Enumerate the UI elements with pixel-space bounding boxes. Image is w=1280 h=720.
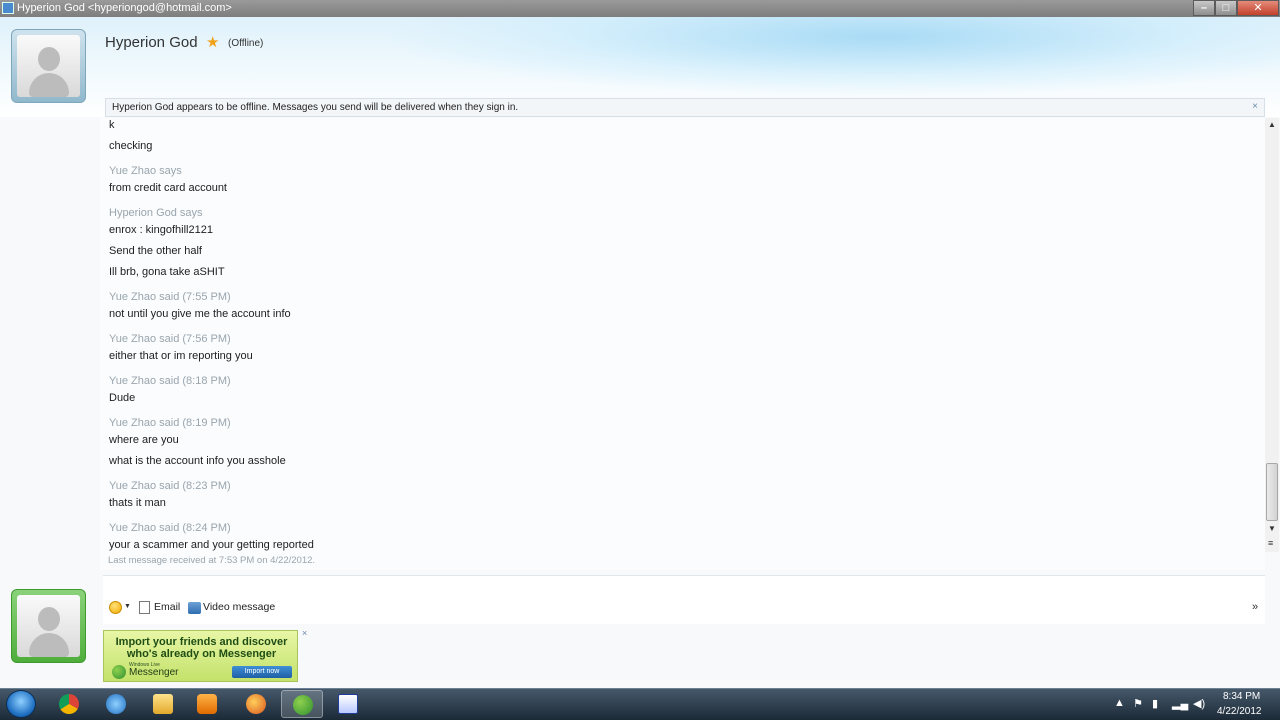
contact-avatar[interactable] <box>11 29 86 103</box>
message-sender-line: Yue Zhao said (7:55 PM) <box>109 291 231 303</box>
ad-brand: Messenger <box>129 667 179 678</box>
offline-notice-text: Hyperion God appears to be offline. Mess… <box>112 102 519 113</box>
message-text: checking <box>109 140 153 152</box>
notice-close-icon[interactable]: × <box>1252 101 1258 112</box>
my-avatar-picture <box>17 595 80 657</box>
email-button[interactable]: Email <box>154 601 180 613</box>
import-now-button[interactable]: Import now <box>232 666 292 678</box>
message-text: either that or im reporting you <box>109 350 253 362</box>
last-message-info: Last message received at 7:53 PM on 4/22… <box>108 555 316 566</box>
message-sender-line: Yue Zhao said (8:18 PM) <box>109 375 231 387</box>
message-sender-line: Yue Zhao said (8:19 PM) <box>109 417 231 429</box>
emoticon-dropdown-chevron-icon[interactable]: ▼ <box>124 603 131 610</box>
window-title: Hyperion God <hyperiongod@hotmail.com> <box>17 2 232 14</box>
message-text: what is the account info you asshole <box>109 455 286 467</box>
clock-date[interactable]: 4/22/2012 <box>1217 706 1262 717</box>
my-avatar-person-body-icon <box>28 633 69 657</box>
contact-name[interactable]: Hyperion God <box>105 34 198 51</box>
message-sender-line: Hyperion God says <box>109 207 203 219</box>
message-sender-line: Yue Zhao said (8:23 PM) <box>109 480 231 492</box>
message-text: thats it man <box>109 497 166 509</box>
message-text: Dude <box>109 392 136 404</box>
scroll-down-arrow-icon[interactable]: ▼ <box>1268 524 1276 533</box>
ad-headline-line2: who's already on Messenger <box>126 648 277 660</box>
conversation-history[interactable]: k checking Yue Zhao says from credit card a… <box>100 118 1265 570</box>
volume-icon[interactable]: ◀) <box>1193 697 1205 710</box>
message-text: your a scammer and your getting reported <box>109 539 314 551</box>
taskbar-ie-button[interactable] <box>95 690 137 718</box>
scrollbar-thumb[interactable] <box>1266 463 1278 521</box>
more-options-icon[interactable]: » <box>1252 601 1258 613</box>
message-text: Ill brb, gona take aSHIT <box>109 266 225 278</box>
favorite-star-icon[interactable]: ★ <box>206 33 219 51</box>
taskbar-app-button[interactable] <box>235 690 277 718</box>
video-message-button[interactable]: Video message <box>203 601 275 613</box>
message-text: k <box>109 119 115 131</box>
folder-icon <box>153 694 173 714</box>
close-button[interactable]: ✕ <box>1237 0 1279 16</box>
taskbar-chrome-button[interactable] <box>48 690 90 718</box>
message-compose-input[interactable] <box>103 575 1265 624</box>
media-player-icon <box>197 694 217 714</box>
maximize-button[interactable]: □ <box>1215 0 1237 16</box>
email-icon[interactable] <box>139 601 150 614</box>
message-text: not until you give me the account info <box>109 308 291 320</box>
show-hidden-icons-icon[interactable]: ▲ <box>1114 697 1125 709</box>
title-bar: Hyperion God <hyperiongod@hotmail.com> –… <box>0 0 1280 17</box>
avatar-person-body-icon <box>28 73 69 97</box>
clock-time[interactable]: 8:34 PM <box>1223 691 1260 702</box>
my-avatar[interactable] <box>11 589 86 663</box>
message-text: Send the other half <box>109 245 202 257</box>
message-text: enrox : kingofhill2121 <box>109 224 213 236</box>
avatar-picture <box>17 35 80 97</box>
network-signal-icon[interactable]: ▂▄ <box>1172 697 1188 710</box>
taskbar-window-button[interactable] <box>327 690 369 718</box>
message-text: from credit card account <box>109 182 227 194</box>
messenger-app-icon <box>2 2 14 14</box>
video-message-icon[interactable] <box>188 602 201 614</box>
message-sender-line: Yue Zhao said (8:24 PM) <box>109 522 231 534</box>
taskbar-messenger-button[interactable] <box>281 690 323 718</box>
emoticon-icon[interactable] <box>109 601 122 614</box>
start-button-icon[interactable] <box>6 690 36 718</box>
ad-headline: Import your friends and discover who's a… <box>104 636 297 660</box>
app-window-icon <box>338 694 358 714</box>
offline-notice-bar: Hyperion God appears to be offline. Mess… <box>105 98 1265 117</box>
message-sender-line: Yue Zhao says <box>109 165 182 177</box>
header-swoosh-decoration <box>380 17 1280 97</box>
messenger-logo-icon <box>112 665 126 679</box>
messenger-people-icon <box>293 695 313 715</box>
avatar-person-head-icon <box>37 47 60 71</box>
minimize-button[interactable]: – <box>1193 0 1215 16</box>
firefox-icon <box>246 694 266 714</box>
scroll-up-arrow-icon[interactable]: ▲ <box>1268 120 1276 129</box>
ad-close-icon[interactable]: × <box>302 628 307 638</box>
taskbar-media-player-button[interactable] <box>186 690 228 718</box>
my-avatar-person-head-icon <box>37 607 60 631</box>
contact-status: (Offline) <box>228 38 264 49</box>
messenger-import-ad[interactable]: Import your friends and discover who's a… <box>103 630 298 682</box>
message-sender-line: Yue Zhao said (7:56 PM) <box>109 333 231 345</box>
ad-headline-line1: Import your friends and discover <box>115 636 288 648</box>
power-icon[interactable]: ▮ <box>1152 697 1158 710</box>
message-text: where are you <box>109 434 179 446</box>
action-center-flag-icon[interactable]: ⚑ <box>1133 697 1143 710</box>
taskbar-explorer-button[interactable] <box>142 690 184 718</box>
chrome-icon <box>59 694 79 714</box>
internet-explorer-icon <box>106 694 126 714</box>
scroll-to-end-icon[interactable]: ≡ <box>1268 538 1273 548</box>
